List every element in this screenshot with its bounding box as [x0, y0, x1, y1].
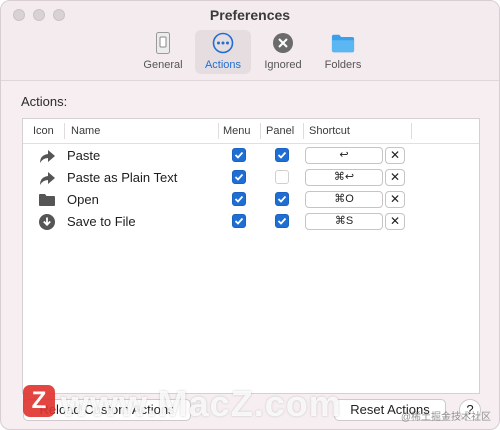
column-header-menu[interactable]: Menu: [223, 125, 251, 137]
panel-checkbox[interactable]: [275, 170, 289, 184]
column-divider: [260, 123, 261, 139]
column-divider: [411, 123, 412, 139]
watermark-text: www.MacZ.com: [61, 383, 342, 424]
ellipsis-circle-icon: [211, 31, 235, 55]
actions-table: Icon Name Menu Panel Shortcut Paste ↩ ✕ …: [22, 118, 480, 394]
download-circle-icon: [38, 213, 56, 231]
actions-section-label: Actions:: [21, 94, 68, 109]
action-name: Save to File: [67, 214, 136, 229]
x-circle-icon: [271, 31, 295, 55]
shortcut-field[interactable]: ⌘↩: [305, 169, 383, 186]
menu-checkbox[interactable]: [232, 170, 246, 184]
window-title: Preferences: [209, 7, 291, 23]
action-name: Paste as Plain Text: [67, 170, 178, 185]
preferences-window: Preferences General Actions Ignored Fold…: [0, 0, 500, 430]
share-arrow-icon: [38, 169, 56, 187]
tab-label: General: [143, 59, 183, 71]
tab-actions[interactable]: Actions: [195, 30, 251, 74]
shortcut-field[interactable]: ⌘O: [305, 191, 383, 208]
column-divider: [303, 123, 304, 139]
clear-shortcut-button[interactable]: ✕: [385, 213, 405, 230]
folder-icon: [38, 191, 56, 209]
clear-shortcut-button[interactable]: ✕: [385, 169, 405, 186]
tab-label: Actions: [204, 59, 242, 71]
table-row[interactable]: Paste ↩ ✕: [23, 145, 479, 167]
panel-checkbox[interactable]: [275, 192, 289, 206]
panel-checkbox[interactable]: [275, 148, 289, 162]
shortcut-field[interactable]: ⌘S: [305, 213, 383, 230]
menu-checkbox[interactable]: [232, 192, 246, 206]
column-divider: [218, 123, 219, 139]
clear-shortcut-button[interactable]: ✕: [385, 191, 405, 208]
column-divider: [64, 123, 65, 139]
share-arrow-icon: [38, 147, 56, 165]
table-row[interactable]: Open ⌘O ✕: [23, 189, 479, 211]
column-header-name[interactable]: Name: [71, 125, 100, 137]
menu-checkbox[interactable]: [232, 214, 246, 228]
switch-icon: [151, 31, 175, 55]
watermark-corner-text: @稀土掘金技术社区: [400, 412, 491, 423]
clear-shortcut-button[interactable]: ✕: [385, 147, 405, 164]
column-header-shortcut[interactable]: Shortcut: [309, 125, 350, 137]
table-row[interactable]: Save to File ⌘S ✕: [23, 211, 479, 233]
tab-ignored[interactable]: Ignored: [255, 30, 311, 74]
watermark-logo: Z: [23, 385, 55, 417]
table-header: Icon Name Menu Panel Shortcut: [23, 119, 479, 144]
action-name: Paste: [67, 148, 101, 163]
titlebar: Preferences General Actions Ignored Fold…: [1, 1, 499, 81]
column-header-icon[interactable]: Icon: [33, 125, 54, 137]
tab-label: Folders: [324, 59, 362, 71]
shortcut-field[interactable]: ↩: [305, 147, 383, 164]
column-header-panel[interactable]: Panel: [266, 125, 294, 137]
action-name: Open: [67, 192, 99, 207]
panel-checkbox[interactable]: [275, 214, 289, 228]
menu-checkbox[interactable]: [232, 148, 246, 162]
table-row[interactable]: Paste as Plain Text ⌘↩ ✕: [23, 167, 479, 189]
tab-folders[interactable]: Folders: [315, 30, 371, 74]
tab-general[interactable]: General: [135, 30, 191, 74]
toolbar-tabs: General Actions Ignored Folders: [1, 30, 499, 74]
folder-icon: [331, 31, 355, 55]
tab-label: Ignored: [264, 59, 302, 71]
